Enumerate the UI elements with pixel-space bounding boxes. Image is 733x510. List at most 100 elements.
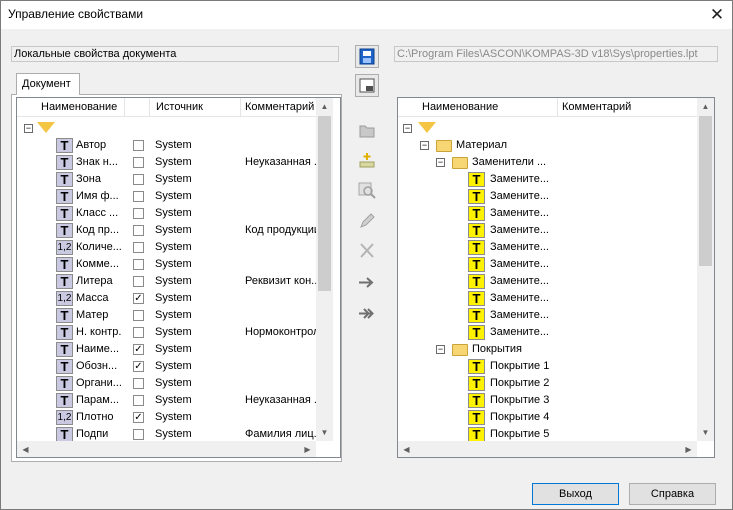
numeric-property-icon: 1,2 [56,410,73,425]
tree-row[interactable]: T Заменитe... [398,171,698,188]
scroll-down-arrow[interactable]: ▼ [697,424,714,441]
library-properties-tree[interactable]: Наименование Комментарий − − Материал − Зам… [397,97,715,458]
scroll-right-arrow[interactable]: ▶ [680,441,697,457]
tree-row[interactable]: T Заменитe... [398,239,698,256]
property-checkbox[interactable]: ✓ [133,293,144,304]
tree-row[interactable]: T Покрытие 2 [398,375,698,392]
local-properties-tree[interactable]: Наименование Источник Комментарий − T Авт… [16,97,341,458]
close-button[interactable]: ✕ [702,1,732,29]
view-mode-button[interactable] [355,74,379,97]
collapse-icon[interactable]: − [420,141,429,150]
left-horizontal-scrollbar[interactable]: ◀ ▶ [17,441,316,457]
right-col-name-header[interactable]: Наименование [398,98,558,117]
new-folder-button[interactable] [355,119,379,142]
tree-row[interactable]: T Заменитe... [398,205,698,222]
table-row[interactable]: 1,2 Количе... System [17,239,317,256]
col-name-header[interactable]: Наименование [17,98,125,117]
scroll-right-arrow[interactable]: ▶ [299,441,316,457]
table-row[interactable]: T Код пр... System Код продукции [17,222,317,239]
tree-row[interactable]: T Покрытие 4 [398,409,698,426]
property-checkbox[interactable] [133,191,144,202]
property-checkbox[interactable] [133,140,144,151]
table-row[interactable]: 1,2 Масса ✓ System [17,290,317,307]
left-vertical-scrollbar[interactable]: ▲ ▼ [316,98,333,441]
scroll-left-arrow[interactable]: ◀ [17,441,34,457]
property-checkbox[interactable]: ✓ [133,412,144,423]
tree-row[interactable]: T Заменитe... [398,256,698,273]
property-checkbox[interactable]: ✓ [133,344,144,355]
table-row[interactable]: T Класс ... System [17,205,317,222]
col-check-header[interactable] [125,98,150,117]
text-property-icon: T [56,325,73,340]
right-horizontal-scrollbar[interactable]: ◀ ▶ [398,441,697,457]
tree-row[interactable]: T Заменитe... [398,324,698,341]
table-row[interactable]: T Литера System Реквизит кон... [17,273,317,290]
tree-row[interactable]: T Заменитe... [398,290,698,307]
property-checkbox[interactable] [133,327,144,338]
find-property-button[interactable] [355,179,379,202]
tree-row[interactable]: T Покрытие 1 [398,358,698,375]
scroll-down-arrow[interactable]: ▼ [316,424,333,441]
table-row[interactable]: T Комме... System [17,256,317,273]
add-property-button[interactable] [355,149,379,172]
property-checkbox[interactable] [133,276,144,287]
delete-property-button[interactable] [355,239,379,262]
collapse-icon[interactable]: − [403,124,412,133]
property-checkbox[interactable] [133,395,144,406]
scroll-up-arrow[interactable]: ▲ [316,98,333,115]
property-checkbox[interactable] [133,259,144,270]
scroll-thumb[interactable] [318,116,331,291]
tree-row[interactable]: T Заменитe... [398,222,698,239]
property-checkbox[interactable] [133,174,144,185]
table-row[interactable]: TН. контр. System Нормоконтрол... [17,324,317,341]
right-vertical-scrollbar[interactable]: ▲ ▼ [697,98,714,441]
edit-property-button[interactable] [355,209,379,232]
right-col-comment-header[interactable]: Комментарий [558,98,698,117]
tree-item-label: Заменитe... [490,292,549,304]
scroll-up-arrow[interactable]: ▲ [697,98,714,115]
property-checkbox[interactable] [133,157,144,168]
table-row[interactable]: T Наиме... ✓ System [17,341,317,358]
property-checkbox[interactable] [133,378,144,389]
tree-row[interactable]: − Покрытия [398,341,698,358]
table-row[interactable]: T Органи... System [17,375,317,392]
tree-root-row[interactable]: − [17,120,317,137]
tree-row[interactable]: − Материал [398,137,698,154]
table-row[interactable]: T Зона System [17,171,317,188]
help-button[interactable]: Справка [629,483,716,505]
numeric-property-icon: 1,2 [56,291,73,306]
table-row[interactable]: T Обозн... ✓ System [17,358,317,375]
collapse-icon[interactable]: − [436,345,445,354]
table-row[interactable]: 1,2 Плотно ✓ System [17,409,317,426]
col-comment-header[interactable]: Комментарий [241,98,319,117]
tree-row[interactable]: T Заменитe... [398,188,698,205]
tree-row[interactable]: − Заменители ... [398,154,698,171]
scroll-thumb[interactable] [699,116,712,266]
move-all-button[interactable] [355,302,379,325]
table-row[interactable]: T Знак н... System Неуказанная ... [17,154,317,171]
table-row[interactable]: T Матер System [17,307,317,324]
tree-row[interactable]: T Заменитe... [398,273,698,290]
property-checkbox[interactable] [133,225,144,236]
table-row[interactable]: T Имя ф... System [17,188,317,205]
property-checkbox[interactable] [133,208,144,219]
move-property-button[interactable] [355,271,379,294]
property-source: System [155,173,192,185]
table-row[interactable]: T Парам... System Неуказанная ... [17,392,317,409]
tree-row[interactable]: T Заменитe... [398,307,698,324]
property-checkbox[interactable] [133,242,144,253]
property-checkbox[interactable]: ✓ [133,361,144,372]
collapse-icon[interactable]: − [436,158,445,167]
right-tree-root-row[interactable]: − [398,120,698,137]
property-checkbox[interactable] [133,310,144,321]
exit-button[interactable]: Выход [532,483,619,505]
tree-row[interactable]: T Покрытие 3 [398,392,698,409]
scroll-left-arrow[interactable]: ◀ [398,441,415,457]
col-source-header[interactable]: Источник [150,98,241,117]
tab-document[interactable]: Документ [16,73,80,95]
property-checkbox[interactable] [133,429,144,440]
tree-item-label: Заменители ... [472,156,547,168]
collapse-icon[interactable]: − [24,124,33,133]
save-properties-button[interactable] [355,45,379,68]
table-row[interactable]: T Автор System [17,137,317,154]
